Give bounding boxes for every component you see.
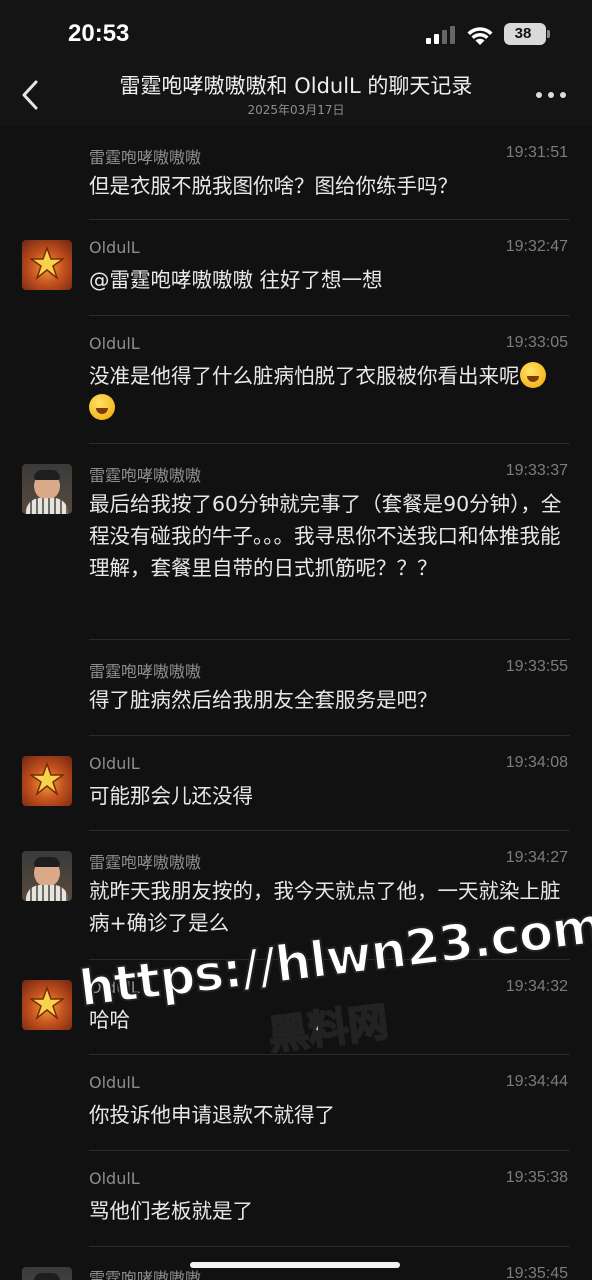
message-sender: 雷霆咆哮嗷嗷嗷 [89,853,202,872]
message-text: 但是衣服不脱我图你啥？图给你练手吗？ [89,174,458,198]
divider [89,315,570,316]
star-icon [30,986,64,1020]
chat-date: 2025年03月17日 [247,103,345,117]
message-time: 19:33:05 [505,334,568,351]
message-time: 19:35:45 [505,1265,568,1280]
avatar[interactable] [22,851,72,901]
divider [89,959,570,960]
message-text: 最后给我按了60分钟就完事了（套餐是90分钟），全程没有碰我的牛子。。。我寻思你… [89,492,562,580]
message-sender: 雷霆咆哮嗷嗷嗷 [89,148,202,167]
message-sender: OldulL [89,1073,140,1092]
home-indicator[interactable] [190,1262,400,1268]
divider [89,830,570,831]
cellular-signal-icon [426,26,458,44]
message-sender: 雷霆咆哮嗷嗷嗷 [89,662,202,681]
battery-icon: 38 [504,23,550,45]
avatar[interactable] [22,756,72,806]
divider [89,443,570,444]
wifi-icon [467,27,493,45]
star-icon [30,762,64,796]
message-time: 19:34:44 [505,1073,568,1090]
divider [89,735,570,736]
message-time: 19:31:51 [505,144,568,161]
message-text: 就昨天我朋友按的，我今天就点了他，一天就染上脏病+确诊了是么 [89,879,561,935]
page-title: 雷霆咆哮嗷嗷嗷和 OldulL 的聊天记录 [119,74,473,98]
message-sender: 雷霆咆哮嗷嗷嗷 [89,1269,202,1280]
message-text: 你投诉他申请退款不就得了 [89,1103,335,1127]
message-sender: 雷霆咆哮嗷嗷嗷 [89,466,202,485]
message-time: 19:33:55 [505,658,568,675]
yawning-face-emoji-icon [89,394,115,420]
message-sender: OldulL [89,238,140,257]
back-button[interactable] [14,76,48,114]
message-text: 没准是他得了什么脏病怕脱了衣服被你看出来呢 [89,360,569,424]
message-time: 19:35:38 [505,1169,568,1186]
message-text: 得了脏病然后给我朋友全套服务是吧？ [89,688,438,712]
avatar[interactable] [22,464,72,514]
message-sender: OldulL [89,978,140,997]
message-text: 骂他们老板就是了 [89,1199,253,1223]
star-icon [30,246,64,280]
message-time: 19:34:27 [505,849,568,866]
avatar[interactable] [22,1267,72,1280]
message-time: 19:34:08 [505,754,568,771]
divider [89,1246,570,1247]
chat-header: 雷霆咆哮嗷嗷嗷和 OldulL 的聊天记录 2025年03月17日 [0,64,592,126]
message-time: 19:34:32 [505,978,568,995]
status-bar: 20:53 38 [0,0,592,64]
message-sender: OldulL [89,334,140,353]
divider [89,1150,570,1151]
avatar[interactable] [22,240,72,290]
more-options-button[interactable] [536,90,568,100]
divider [89,1054,570,1055]
message-text: 哈哈 [89,1008,130,1032]
message-text: @雷霆咆哮嗷嗷嗷 往好了想一想 [89,268,383,292]
message-text: 可能那会儿还没得 [89,784,253,808]
message-sender: OldulL [89,754,140,773]
message-time: 19:33:37 [505,462,568,479]
yawning-face-emoji-icon [519,362,546,388]
avatar[interactable] [22,980,72,1030]
battery-level: 38 [514,25,532,42]
divider [89,219,570,220]
message-time: 19:32:47 [505,238,568,255]
status-time: 20:53 [68,20,130,47]
message-sender: OldulL [89,1169,140,1188]
divider [89,639,570,640]
